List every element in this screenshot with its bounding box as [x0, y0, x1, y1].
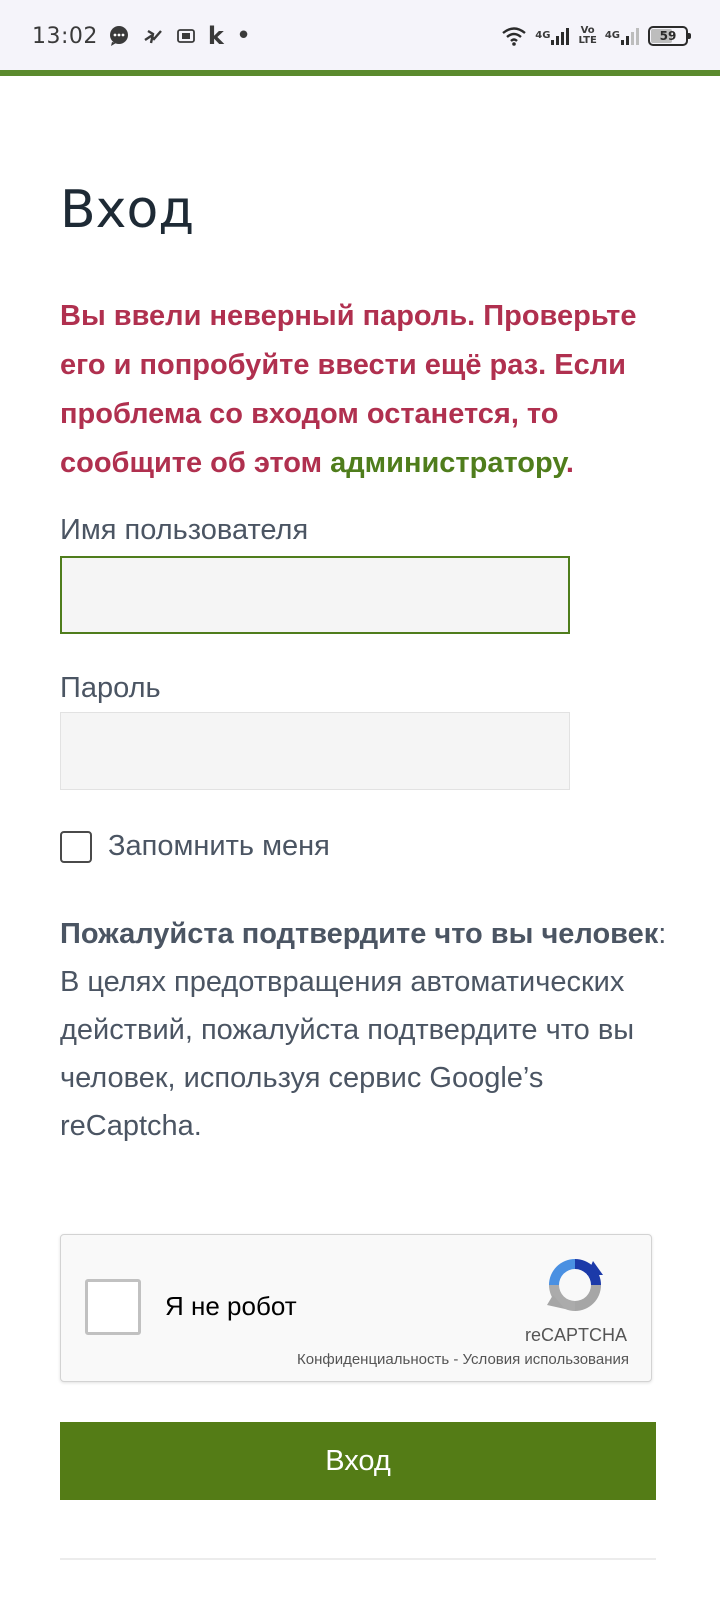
runner-icon [142, 25, 164, 47]
error-end: . [565, 447, 574, 479]
password-input[interactable] [61, 713, 569, 789]
human-verification-text: Пожалуйста подтвердите что вы человек: В… [60, 910, 670, 1150]
remember-me-label[interactable]: Запомнить меня [108, 830, 330, 863]
username-input[interactable] [62, 558, 568, 632]
status-bar: 13:02 k • 4G Vo LTE 4G 59 [0, 0, 720, 72]
recaptcha-checkbox[interactable] [85, 1279, 141, 1335]
recaptcha-logo-icon [543, 1253, 607, 1317]
recaptcha-links: Конфиденциальность - Условия использован… [297, 1351, 629, 1368]
battery-icon: 59 [648, 26, 691, 46]
network-type-1: 4G [535, 30, 551, 41]
password-field-box [60, 712, 570, 790]
recaptcha-brand: reCAPTCHA [524, 1325, 627, 1345]
recaptcha-link-separator: - [453, 1351, 459, 1368]
volte-bottom: LTE [578, 35, 597, 46]
remember-me-checkbox[interactable] [60, 830, 92, 863]
battery-level: 59 [659, 29, 677, 43]
human-verification-title: Пожалуйста подтвердите что вы человек [60, 918, 659, 950]
notification-icons: k • [108, 22, 251, 50]
chat-bubble-icon [108, 25, 130, 47]
username-field-box [60, 556, 570, 634]
status-time: 13:02 [32, 23, 98, 49]
page-title: Вход [60, 180, 195, 240]
recaptcha-widget: Я не робот reCAPTCHA Конфиденциальность … [60, 1234, 652, 1382]
login-submit-button[interactable]: Вход [60, 1422, 656, 1500]
k-app-icon: k [207, 22, 224, 50]
recaptcha-privacy-link[interactable]: Конфиденциальность [297, 1351, 449, 1368]
network-type-2: 4G [604, 30, 620, 41]
dot-icon: • [235, 21, 252, 51]
remember-me-row[interactable]: Запомнить меня [60, 830, 330, 863]
signal-4g-icon: 4G [535, 26, 570, 46]
password-label: Пароль [60, 672, 161, 704]
human-verification-description: В целях предотвращения автоматических де… [60, 966, 635, 1142]
system-icons: 4G Vo LTE 4G 59 [501, 26, 691, 46]
admin-link[interactable]: администратору [330, 447, 566, 479]
wifi-icon [501, 26, 527, 46]
header-accent-line [0, 70, 720, 76]
bottom-divider [60, 1558, 656, 1560]
recaptcha-terms-link[interactable]: Условия использования [463, 1351, 630, 1368]
error-message: Вы ввели неверный пароль. Проверьте его … [60, 292, 660, 488]
volte-icon: Vo LTE [578, 26, 596, 46]
signal-4g-icon-2: 4G [605, 26, 640, 46]
sim-card-icon [176, 26, 196, 46]
human-verification-colon: : [658, 918, 667, 950]
recaptcha-label: Я не робот [165, 1291, 297, 1321]
username-label: Имя пользователя [60, 514, 309, 546]
